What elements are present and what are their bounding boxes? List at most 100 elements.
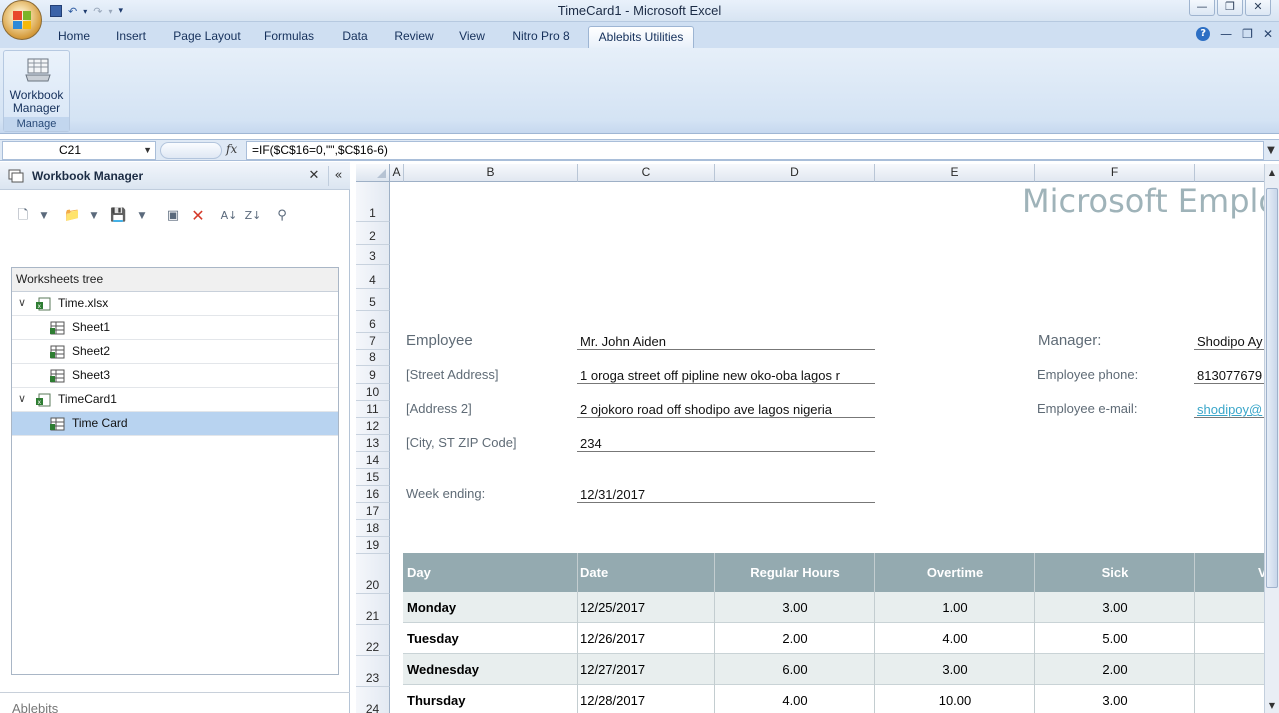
employee-phone-cell[interactable]: 813077679 — [1197, 368, 1262, 383]
tree-item-sheet3[interactable]: Sheet3 — [12, 364, 338, 388]
tree-item-sheet2[interactable]: Sheet2 — [12, 340, 338, 364]
row-header[interactable]: 16 — [356, 486, 390, 503]
row-header[interactable]: 5 — [356, 289, 390, 311]
close-icon[interactable]: ✕ — [1245, 0, 1271, 16]
street-address-cell[interactable]: 1 oroga street off pipline new oko-oba l… — [580, 368, 875, 383]
overtime-cell[interactable]: 3.00 — [875, 662, 1035, 677]
tab-nitro-pro[interactable]: Nitro Pro 8 — [504, 26, 578, 48]
row-header[interactable]: 6 — [356, 311, 390, 333]
row-header[interactable]: 3 — [356, 245, 390, 265]
chevron-down-icon[interactable]: ∨ — [18, 292, 26, 315]
row-header[interactable]: 23 — [356, 656, 390, 687]
overtime-cell[interactable]: 10.00 — [875, 693, 1035, 708]
scroll-up-icon[interactable]: ▲ — [1265, 166, 1279, 180]
employee-name-cell[interactable]: Mr. John Aiden — [580, 334, 666, 349]
overtime-cell[interactable]: 4.00 — [875, 631, 1035, 646]
manager-name-cell[interactable]: Shodipo Ay — [1197, 334, 1263, 349]
column-header-e[interactable]: E — [875, 164, 1035, 182]
chevron-down-icon[interactable]: ▼ — [88, 206, 100, 226]
sick-cell[interactable]: 3.00 — [1035, 600, 1195, 615]
week-ending-cell[interactable]: 12/31/2017 — [580, 487, 645, 502]
row-header[interactable]: 14 — [356, 452, 390, 469]
tree-item-time-xlsx[interactable]: ∨ x Time.xlsx — [12, 292, 338, 316]
date-cell[interactable]: 12/25/2017 — [580, 600, 645, 615]
day-cell[interactable]: Monday — [407, 600, 456, 615]
name-box[interactable]: C21 ▼ — [2, 141, 156, 160]
tab-review[interactable]: Review — [388, 26, 440, 48]
help-icon[interactable]: ? — [1196, 27, 1211, 41]
date-cell[interactable]: 12/26/2017 — [580, 631, 645, 646]
date-cell[interactable]: 12/27/2017 — [580, 662, 645, 677]
tree-item-sheet1[interactable]: Sheet1 — [12, 316, 338, 340]
column-header-b[interactable]: B — [404, 164, 578, 182]
open-folder-icon[interactable]: 📁 — [64, 206, 80, 226]
save-icon[interactable]: 💾 — [110, 206, 126, 226]
tab-data[interactable]: Data — [334, 26, 376, 48]
column-header-f[interactable]: F — [1035, 164, 1195, 182]
regular-hours-cell[interactable]: 6.00 — [715, 662, 875, 677]
worksheet-grid[interactable]: A B C D E F 1 2 3 4 5 6 7 8 9 10 11 12 1… — [356, 164, 1279, 713]
tab-formulas[interactable]: Formulas — [258, 26, 320, 48]
row-header[interactable]: 9 — [356, 366, 390, 384]
search-icon[interactable]: ⚲ — [274, 206, 290, 226]
sick-cell[interactable]: 2.00 — [1035, 662, 1195, 677]
tree-item-time-card[interactable]: Time Card — [12, 412, 338, 436]
day-cell[interactable]: Wednesday — [407, 662, 479, 677]
employee-email-link[interactable]: shodipoy@ — [1197, 402, 1262, 417]
sick-cell[interactable]: 5.00 — [1035, 631, 1195, 646]
row-header[interactable]: 7 — [356, 333, 390, 350]
tab-view[interactable]: View — [450, 26, 494, 48]
tab-ablebits-utilities[interactable]: Ablebits Utilities — [588, 26, 694, 48]
sort-ascending-icon[interactable]: A↓ — [220, 206, 238, 226]
row-header[interactable]: 13 — [356, 435, 390, 452]
scroll-down-icon[interactable]: ▼ — [1265, 699, 1279, 713]
minimize-icon[interactable]: — — [1189, 0, 1215, 16]
row-header[interactable]: 10 — [356, 384, 390, 401]
insert-function-button[interactable]: fx — [226, 142, 237, 156]
column-header-c[interactable]: C — [578, 164, 715, 182]
office-button[interactable] — [2, 0, 42, 40]
restore-workbook-icon[interactable]: ❐ — [1242, 27, 1253, 41]
close-workbook-icon[interactable]: ✕ — [1263, 27, 1273, 41]
close-pane-icon[interactable]: ✕ — [304, 166, 324, 186]
row-header[interactable]: 1 — [356, 182, 390, 222]
row-header[interactable]: 21 — [356, 594, 390, 625]
minimize-workbook-icon[interactable]: — — [1220, 27, 1232, 41]
tree-item-timecard1[interactable]: ∨ x TimeCard1 — [12, 388, 338, 412]
row-header[interactable]: 4 — [356, 265, 390, 289]
row-header[interactable]: 11 — [356, 401, 390, 418]
scrollbar-thumb[interactable] — [1266, 188, 1278, 588]
regular-hours-cell[interactable]: 4.00 — [715, 693, 875, 708]
tab-page-layout[interactable]: Page Layout — [166, 26, 248, 48]
address2-cell[interactable]: 2 ojokoro road off shodipo ave lagos nig… — [580, 402, 832, 417]
tab-insert[interactable]: Insert — [108, 26, 154, 48]
row-header[interactable]: 20 — [356, 554, 390, 594]
column-header-a[interactable]: A — [390, 164, 404, 182]
row-header[interactable]: 17 — [356, 503, 390, 520]
city-zip-cell[interactable]: 234 — [580, 436, 602, 451]
day-cell[interactable]: Thursday — [407, 693, 466, 708]
row-header[interactable]: 19 — [356, 537, 390, 554]
chevron-down-icon[interactable]: ▼ — [143, 142, 152, 159]
sort-descending-icon[interactable]: Z↓ — [244, 206, 262, 226]
date-cell[interactable]: 12/28/2017 — [580, 693, 645, 708]
regular-hours-cell[interactable]: 3.00 — [715, 600, 875, 615]
column-header-d[interactable]: D — [715, 164, 875, 182]
regular-hours-cell[interactable]: 2.00 — [715, 631, 875, 646]
workbook-manager-button[interactable]: Workbook Manager — [4, 89, 69, 115]
day-cell[interactable]: Tuesday — [407, 631, 459, 646]
sick-cell[interactable]: 3.00 — [1035, 693, 1195, 708]
formula-input[interactable]: =IF($C$16=0,"",$C$16-6) — [246, 141, 1264, 160]
vertical-scrollbar[interactable]: ▲ ▼ — [1264, 164, 1279, 713]
chevron-down-icon[interactable]: ▼ — [136, 206, 148, 226]
row-header[interactable]: 22 — [356, 625, 390, 656]
row-header[interactable]: 15 — [356, 469, 390, 486]
row-header[interactable]: 2 — [356, 222, 390, 245]
row-header[interactable]: 12 — [356, 418, 390, 435]
delete-icon[interactable]: ✕ — [190, 206, 206, 226]
row-header[interactable]: 24 — [356, 687, 390, 713]
collapse-pane-icon[interactable]: « — [328, 166, 348, 186]
restore-icon[interactable]: ❐ — [1217, 0, 1243, 16]
new-file-icon[interactable]: 🗋 — [16, 206, 30, 226]
chevron-down-icon[interactable]: ▼ — [38, 206, 50, 226]
